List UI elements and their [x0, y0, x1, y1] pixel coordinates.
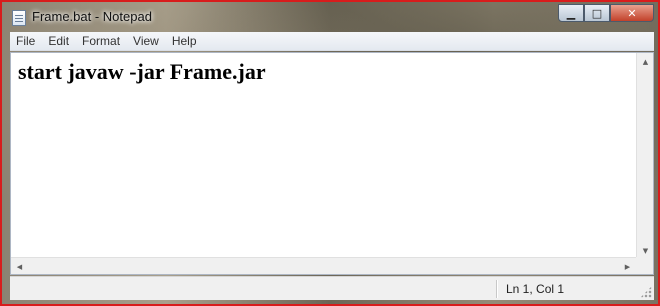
menu-help[interactable]: Help [172, 34, 197, 48]
vertical-scrollbar[interactable]: ▲ ▼ [636, 53, 653, 259]
status-bar: Ln 1, Col 1 [10, 276, 654, 300]
menu-view[interactable]: View [133, 34, 159, 48]
menu-file[interactable]: File [16, 34, 35, 48]
close-button[interactable]: ✕ [610, 4, 654, 22]
cursor-position: Ln 1, Col 1 [506, 282, 565, 296]
horizontal-scrollbar[interactable]: ◀ ▶ [11, 257, 636, 274]
editor-content[interactable]: start javaw -jar Frame.jar [18, 59, 266, 85]
resize-grip-icon[interactable] [640, 286, 652, 298]
scroll-up-icon[interactable]: ▲ [637, 53, 654, 70]
minimize-button[interactable]: ▁ [558, 4, 584, 22]
scroll-right-icon[interactable]: ▶ [619, 258, 636, 275]
window-title: Frame.bat - Notepad [32, 9, 152, 24]
menu-format[interactable]: Format [82, 34, 120, 48]
close-icon: ✕ [627, 6, 637, 20]
menu-bar: File Edit Format View Help [10, 32, 654, 51]
notepad-window: Frame.bat - Notepad ▁ □ ✕ File Edit Form… [0, 0, 660, 306]
scroll-left-icon[interactable]: ◀ [11, 258, 28, 275]
maximize-button[interactable]: □ [584, 4, 610, 22]
window-controls: ▁ □ ✕ [558, 4, 654, 22]
scrollbar-corner [636, 257, 653, 274]
notepad-icon[interactable] [12, 10, 26, 26]
maximize-icon: □ [591, 6, 603, 20]
text-editor[interactable]: start javaw -jar Frame.jar ▲ ▼ ◀ ▶ [10, 52, 654, 275]
minimize-icon: ▁ [566, 6, 576, 20]
title-bar[interactable]: Frame.bat - Notepad ▁ □ ✕ [4, 4, 656, 30]
status-divider [496, 280, 497, 298]
menu-edit[interactable]: Edit [48, 34, 69, 48]
